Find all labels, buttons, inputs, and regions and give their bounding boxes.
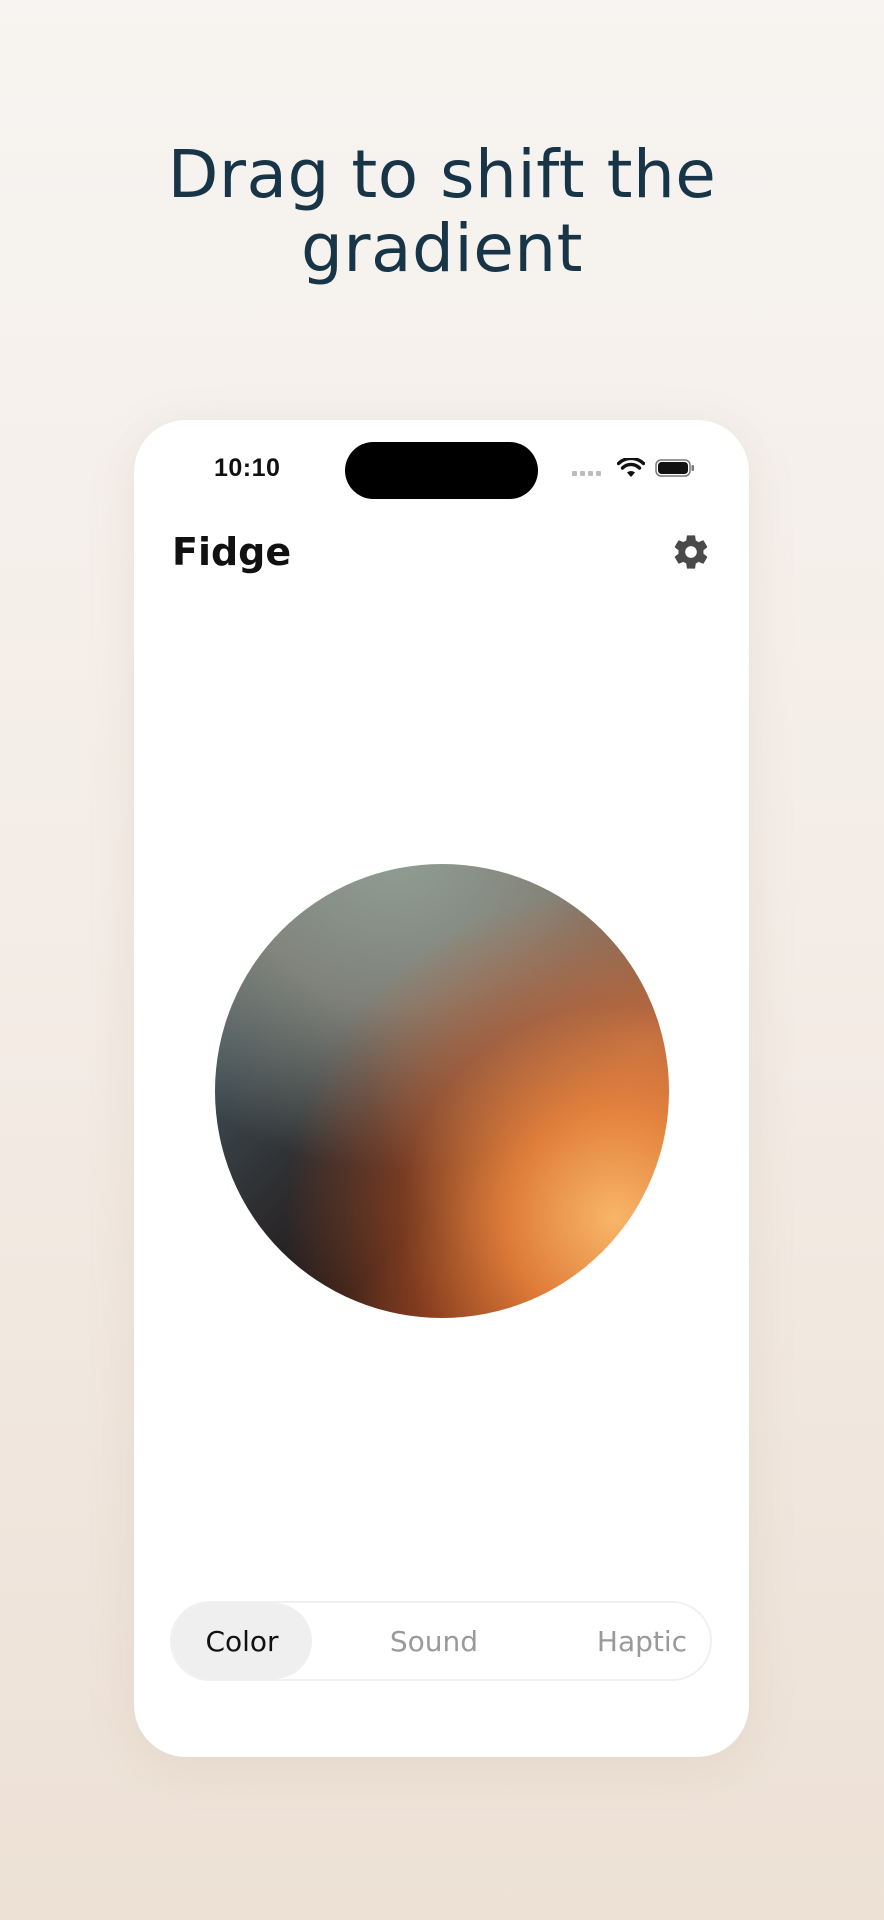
segment-color[interactable]: Color	[172, 1603, 312, 1679]
gradient-orb[interactable]	[215, 864, 669, 1318]
phone-frame: 10:10 Fidge Color Sound Haptic	[134, 420, 749, 1757]
battery-icon	[655, 459, 694, 477]
segment-sound[interactable]: Sound	[374, 1603, 494, 1679]
status-time: 10:10	[214, 454, 281, 482]
headline-line-2: gradient	[300, 210, 584, 287]
signal-icon	[572, 470, 601, 476]
status-icons	[572, 458, 695, 478]
headline: Drag to shift the gradient	[0, 138, 884, 286]
segment-haptic[interactable]: Haptic	[572, 1603, 712, 1679]
gear-icon[interactable]	[671, 532, 711, 572]
wifi-icon	[617, 458, 645, 477]
mode-segmented-control: Color Sound Haptic	[170, 1601, 712, 1681]
app-title: Fidge	[172, 530, 292, 574]
dynamic-island	[345, 442, 538, 499]
headline-line-1: Drag to shift the	[167, 136, 717, 213]
